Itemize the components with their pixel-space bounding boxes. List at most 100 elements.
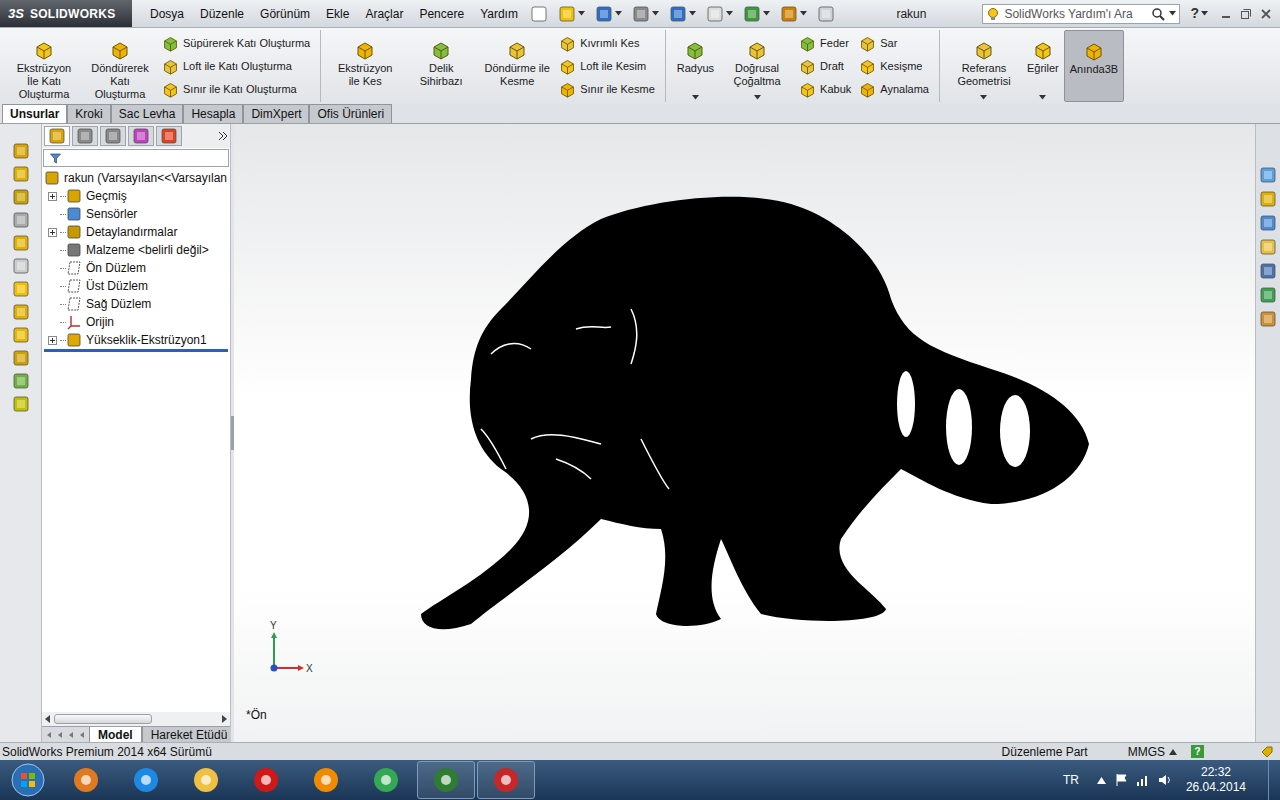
menu-item[interactable]: Araçlar [357, 5, 411, 23]
dropdown-arrow-icon[interactable] [754, 95, 761, 100]
tool-icon[interactable] [12, 142, 30, 160]
ribbon-small-button[interactable]: Sınır ile Katı Oluşturma [162, 79, 310, 99]
toolbar-tool-icon[interactable] [595, 5, 613, 23]
manager-tab-icon[interactable] [76, 127, 94, 145]
tool-icon[interactable] [12, 257, 30, 275]
tab-nav-icon[interactable] [78, 731, 86, 739]
show-desktop[interactable] [1268, 760, 1280, 800]
ribbon-small-button[interactable]: Loft ile Katı Oluşturma [162, 56, 310, 76]
taskbar-app[interactable] [417, 761, 475, 799]
ribbon-small-button[interactable]: Draft [799, 56, 851, 76]
view-tool-icon[interactable] [853, 124, 869, 126]
tree-item[interactable]: Geçmiş [42, 187, 230, 205]
clock[interactable]: 22:3226.04.2014 [1186, 765, 1246, 795]
view-tool-icon[interactable] [729, 124, 745, 126]
toolbar-tool-icon[interactable] [743, 5, 761, 23]
toolbar-tool-icon[interactable] [817, 5, 835, 23]
tree-item[interactable]: Üst Düzlem [42, 277, 230, 295]
command-tab[interactable]: DimXpert [243, 104, 309, 123]
raccoon-model[interactable] [419, 194, 1091, 634]
toolbar-tool-icon[interactable] [706, 5, 724, 23]
graphics-area[interactable]: YX*Ön [234, 124, 1255, 742]
ribbon-button[interactable]: Anında3B [1064, 30, 1124, 102]
taskbar-app[interactable] [57, 761, 115, 799]
manager-tab-icon[interactable] [48, 127, 66, 145]
expand-icon[interactable] [48, 192, 57, 201]
ribbon-small-button[interactable]: Loft ile Kesim [559, 56, 655, 76]
tool-icon[interactable] [12, 280, 30, 298]
view-tool-icon[interactable] [791, 124, 807, 126]
manager-tab-icon[interactable] [104, 127, 122, 145]
restore-icon[interactable] [1240, 8, 1252, 20]
menu-item[interactable]: Görünüm [252, 5, 318, 23]
dropdown-arrow-icon[interactable] [1201, 11, 1208, 16]
ribbon-button[interactable]: Döndürerek Katı Oluşturma [82, 30, 158, 102]
taskbar-app[interactable] [117, 761, 175, 799]
taskbar-app[interactable] [177, 761, 235, 799]
dropdown-arrow-icon[interactable] [726, 11, 733, 16]
dropdown-arrow-icon[interactable] [652, 11, 659, 16]
tab-nav-icon[interactable] [45, 731, 53, 739]
ribbon-button[interactable]: Eğriler [1022, 30, 1064, 102]
command-tab[interactable]: Sac Levha [111, 104, 184, 123]
task-pane-icon[interactable] [1259, 166, 1277, 184]
dropdown-arrow-icon[interactable] [980, 95, 987, 100]
language-indicator[interactable]: TR [1063, 771, 1079, 789]
manager-tab-icon[interactable] [160, 127, 178, 145]
menu-item[interactable]: Ekle [318, 5, 357, 23]
tray-expand-icon[interactable] [1097, 777, 1106, 784]
tree-scrollbar[interactable] [42, 712, 230, 726]
ribbon-small-button[interactable]: Kabuk [799, 79, 851, 99]
scroll-right-icon[interactable] [220, 715, 228, 723]
task-pane-icon[interactable] [1259, 238, 1277, 256]
bottom-tab[interactable]: Model [89, 727, 142, 742]
ribbon-small-button[interactable]: Feder [799, 33, 851, 53]
taskbar-app[interactable] [357, 761, 415, 799]
volume-icon[interactable] [1158, 773, 1172, 787]
tool-icon[interactable] [12, 303, 30, 321]
help-search[interactable]: SolidWorks Yardım'ı Ara [982, 4, 1180, 24]
expand-icon[interactable] [48, 228, 57, 237]
ribbon-button[interactable]: Ekstrüzyon İle Katı Oluşturma [6, 30, 82, 102]
tool-icon[interactable] [12, 234, 30, 252]
minimize-icon[interactable] [1220, 8, 1232, 20]
tree-root[interactable]: rakun (Varsayılan<<Varsayılan [42, 169, 230, 187]
dropdown-arrow-icon[interactable] [578, 11, 585, 16]
status-tag-icon[interactable] [1260, 745, 1274, 759]
dropdown-arrow-icon[interactable] [615, 11, 622, 16]
toolbar-tool-icon[interactable] [780, 5, 798, 23]
app-logo[interactable]: 3SSOLIDWORKS [0, 0, 132, 27]
ribbon-small-button[interactable]: Kesişme [859, 56, 929, 76]
help-button[interactable]: ? [1190, 3, 1208, 24]
menu-item[interactable]: Dosya [142, 5, 192, 23]
dropdown-arrow-icon[interactable] [689, 11, 696, 16]
task-pane-icon[interactable] [1259, 310, 1277, 328]
dropdown-arrow-icon[interactable] [692, 95, 699, 100]
taskbar-app[interactable] [237, 761, 295, 799]
dropdown-arrow-icon[interactable] [800, 11, 807, 16]
ribbon-button[interactable]: Radyus [672, 30, 719, 102]
ribbon-small-button[interactable]: Kıvrımlı Kes [559, 33, 655, 53]
command-tab[interactable]: Kroki [67, 104, 110, 123]
ribbon-button[interactable]: Ekstrüzyon ile Kes [327, 30, 403, 102]
tool-icon[interactable] [12, 188, 30, 206]
command-tab[interactable]: Hesapla [183, 104, 243, 123]
toolbar-tool-icon[interactable] [530, 5, 548, 23]
ribbon-small-button[interactable]: Sar [859, 33, 929, 53]
tree-item[interactable]: Sensörler [42, 205, 230, 223]
search-icon[interactable] [1151, 7, 1165, 21]
tree-item[interactable]: Ön Düzlem [42, 259, 230, 277]
tool-icon[interactable] [12, 349, 30, 367]
scroll-left-icon[interactable] [44, 715, 52, 723]
ribbon-small-button[interactable]: Süpürerek Katı Oluşturma [162, 33, 310, 53]
expand-icon[interactable] [48, 336, 57, 345]
manager-tab-icon[interactable] [132, 127, 150, 145]
view-tool-icon[interactable] [822, 124, 838, 126]
dropdown-arrow-icon[interactable] [1169, 11, 1176, 16]
view-tool-icon[interactable] [606, 124, 622, 126]
ribbon-button[interactable]: Delik Sihirbazı [403, 30, 479, 102]
task-pane-icon[interactable] [1259, 286, 1277, 304]
flag-icon[interactable] [1114, 773, 1128, 787]
tree-item[interactable]: Yükseklik-Ekstrüzyon1 [42, 331, 230, 349]
tree-item[interactable]: Malzeme <belirli değil> [42, 241, 230, 259]
